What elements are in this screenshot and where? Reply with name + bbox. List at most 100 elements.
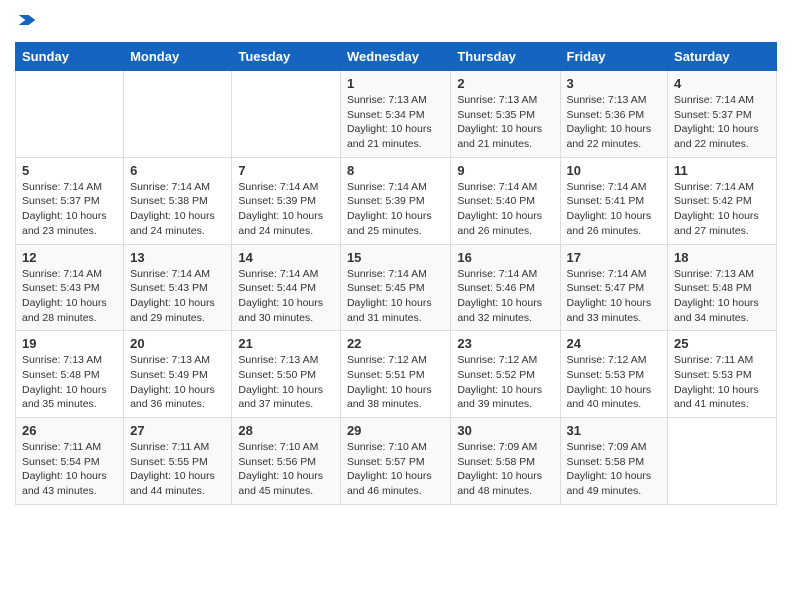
day-info: Sunrise: 7:13 AMSunset: 5:49 PMDaylight:… (130, 353, 225, 412)
day-info: Sunrise: 7:14 AMSunset: 5:43 PMDaylight:… (22, 267, 117, 326)
day-cell: 10 Sunrise: 7:14 AMSunset: 5:41 PMDayligh… (560, 157, 668, 244)
day-info: Sunrise: 7:12 AMSunset: 5:51 PMDaylight:… (347, 353, 444, 412)
day-cell (232, 71, 341, 158)
day-info: Sunrise: 7:11 AMSunset: 5:54 PMDaylight:… (22, 440, 117, 499)
day-number: 23 (457, 336, 553, 351)
day-cell: 13 Sunrise: 7:14 AMSunset: 5:43 PMDayligh… (124, 244, 232, 331)
day-cell: 5 Sunrise: 7:14 AMSunset: 5:37 PMDaylight… (16, 157, 124, 244)
day-cell: 16Sunrise: 7:14 AMSunset: 5:46 PMDayligh… (451, 244, 560, 331)
day-info: Sunrise: 7:09 AMSunset: 5:58 PMDaylight:… (567, 440, 662, 499)
day-number: 18 (674, 250, 770, 265)
day-info: Sunrise: 7:14 AMSunset: 5:46 PMDaylight:… (457, 267, 553, 326)
day-cell: 23 Sunrise: 7:12 AMSunset: 5:52 PMDayligh… (451, 331, 560, 418)
day-cell: 11 Sunrise: 7:14 AMSunset: 5:42 PMDayligh… (668, 157, 777, 244)
day-cell (16, 71, 124, 158)
day-cell: 22 Sunrise: 7:12 AMSunset: 5:51 PMDayligh… (340, 331, 450, 418)
day-cell: 30 Sunrise: 7:09 AMSunset: 5:58 PMDayligh… (451, 418, 560, 505)
col-header-saturday: Saturday (668, 43, 777, 71)
day-number: 2 (457, 76, 553, 91)
col-header-tuesday: Tuesday (232, 43, 341, 71)
day-number: 28 (238, 423, 334, 438)
day-cell: 2 Sunrise: 7:13 AMSunset: 5:35 PMDaylight… (451, 71, 560, 158)
day-info: Sunrise: 7:14 AMSunset: 5:45 PMDaylight:… (347, 267, 444, 326)
day-number: 3 (567, 76, 662, 91)
week-row-4: 19 Sunrise: 7:13 AMSunset: 5:48 PMDayligh… (16, 331, 777, 418)
day-info: Sunrise: 7:11 AMSunset: 5:55 PMDaylight:… (130, 440, 225, 499)
day-info: Sunrise: 7:14 AMSunset: 5:39 PMDaylight:… (347, 180, 444, 239)
logo-arrow-icon (17, 10, 37, 30)
day-number: 13 (130, 250, 225, 265)
day-number: 24 (567, 336, 662, 351)
day-cell: 12Sunrise: 7:14 AMSunset: 5:43 PMDayligh… (16, 244, 124, 331)
day-number: 7 (238, 163, 334, 178)
day-number: 17 (567, 250, 662, 265)
day-info: Sunrise: 7:10 AMSunset: 5:56 PMDaylight:… (238, 440, 334, 499)
day-number: 25 (674, 336, 770, 351)
day-cell: 15 Sunrise: 7:14 AMSunset: 5:45 PMDayligh… (340, 244, 450, 331)
calendar-table: SundayMondayTuesdayWednesdayThursdayFrid… (15, 42, 777, 505)
day-info: Sunrise: 7:13 AMSunset: 5:36 PMDaylight:… (567, 93, 662, 152)
day-cell: 17Sunrise: 7:14 AMSunset: 5:47 PMDayligh… (560, 244, 668, 331)
day-info: Sunrise: 7:13 AMSunset: 5:34 PMDaylight:… (347, 93, 444, 152)
day-number: 31 (567, 423, 662, 438)
day-number: 30 (457, 423, 553, 438)
day-info: Sunrise: 7:14 AMSunset: 5:40 PMDaylight:… (457, 180, 553, 239)
day-number: 8 (347, 163, 444, 178)
day-number: 4 (674, 76, 770, 91)
day-number: 22 (347, 336, 444, 351)
day-cell: 29 Sunrise: 7:10 AMSunset: 5:57 PMDayligh… (340, 418, 450, 505)
day-number: 14 (238, 250, 334, 265)
day-number: 29 (347, 423, 444, 438)
day-info: Sunrise: 7:13 AMSunset: 5:35 PMDaylight:… (457, 93, 553, 152)
day-info: Sunrise: 7:14 AMSunset: 5:37 PMDaylight:… (22, 180, 117, 239)
day-info: Sunrise: 7:13 AMSunset: 5:48 PMDaylight:… (22, 353, 117, 412)
page-container: SundayMondayTuesdayWednesdayThursdayFrid… (0, 0, 792, 515)
logo (15, 10, 37, 32)
day-info: Sunrise: 7:09 AMSunset: 5:58 PMDaylight:… (457, 440, 553, 499)
day-number: 19 (22, 336, 117, 351)
day-cell: 7 Sunrise: 7:14 AMSunset: 5:39 PMDaylight… (232, 157, 341, 244)
day-cell: 27 Sunrise: 7:11 AMSunset: 5:55 PMDayligh… (124, 418, 232, 505)
day-number: 10 (567, 163, 662, 178)
day-cell: 1Sunrise: 7:13 AMSunset: 5:34 PMDaylight… (340, 71, 450, 158)
day-number: 5 (22, 163, 117, 178)
day-cell: 3 Sunrise: 7:13 AMSunset: 5:36 PMDaylight… (560, 71, 668, 158)
day-cell: 8 Sunrise: 7:14 AMSunset: 5:39 PMDaylight… (340, 157, 450, 244)
day-cell: 19 Sunrise: 7:13 AMSunset: 5:48 PMDayligh… (16, 331, 124, 418)
week-row-2: 5 Sunrise: 7:14 AMSunset: 5:37 PMDaylight… (16, 157, 777, 244)
day-cell (668, 418, 777, 505)
col-header-monday: Monday (124, 43, 232, 71)
day-number: 11 (674, 163, 770, 178)
day-cell: 28 Sunrise: 7:10 AMSunset: 5:56 PMDayligh… (232, 418, 341, 505)
day-info: Sunrise: 7:10 AMSunset: 5:57 PMDaylight:… (347, 440, 444, 499)
day-cell: 21Sunrise: 7:13 AMSunset: 5:50 PMDayligh… (232, 331, 341, 418)
day-cell: 14 Sunrise: 7:14 AMSunset: 5:44 PMDayligh… (232, 244, 341, 331)
day-cell: 31 Sunrise: 7:09 AMSunset: 5:58 PMDayligh… (560, 418, 668, 505)
day-info: Sunrise: 7:13 AMSunset: 5:50 PMDaylight:… (238, 353, 334, 412)
day-cell: 9Sunrise: 7:14 AMSunset: 5:40 PMDaylight… (451, 157, 560, 244)
week-row-5: 26 Sunrise: 7:11 AMSunset: 5:54 PMDayligh… (16, 418, 777, 505)
header (15, 10, 777, 32)
day-number: 27 (130, 423, 225, 438)
day-number: 15 (347, 250, 444, 265)
day-info: Sunrise: 7:14 AMSunset: 5:44 PMDaylight:… (238, 267, 334, 326)
day-info: Sunrise: 7:13 AMSunset: 5:48 PMDaylight:… (674, 267, 770, 326)
day-cell: 26 Sunrise: 7:11 AMSunset: 5:54 PMDayligh… (16, 418, 124, 505)
col-header-wednesday: Wednesday (340, 43, 450, 71)
day-cell: 4Sunrise: 7:14 AMSunset: 5:37 PMDaylight… (668, 71, 777, 158)
col-header-sunday: Sunday (16, 43, 124, 71)
day-info: Sunrise: 7:14 AMSunset: 5:39 PMDaylight:… (238, 180, 334, 239)
col-header-thursday: Thursday (451, 43, 560, 71)
day-number: 26 (22, 423, 117, 438)
day-cell: 18 Sunrise: 7:13 AMSunset: 5:48 PMDayligh… (668, 244, 777, 331)
day-info: Sunrise: 7:14 AMSunset: 5:38 PMDaylight:… (130, 180, 225, 239)
day-info: Sunrise: 7:14 AMSunset: 5:41 PMDaylight:… (567, 180, 662, 239)
day-info: Sunrise: 7:12 AMSunset: 5:53 PMDaylight:… (567, 353, 662, 412)
day-info: Sunrise: 7:11 AMSunset: 5:53 PMDaylight:… (674, 353, 770, 412)
day-info: Sunrise: 7:12 AMSunset: 5:52 PMDaylight:… (457, 353, 553, 412)
day-info: Sunrise: 7:14 AMSunset: 5:43 PMDaylight:… (130, 267, 225, 326)
day-number: 6 (130, 163, 225, 178)
day-cell: 6 Sunrise: 7:14 AMSunset: 5:38 PMDaylight… (124, 157, 232, 244)
day-info: Sunrise: 7:14 AMSunset: 5:42 PMDaylight:… (674, 180, 770, 239)
col-header-friday: Friday (560, 43, 668, 71)
